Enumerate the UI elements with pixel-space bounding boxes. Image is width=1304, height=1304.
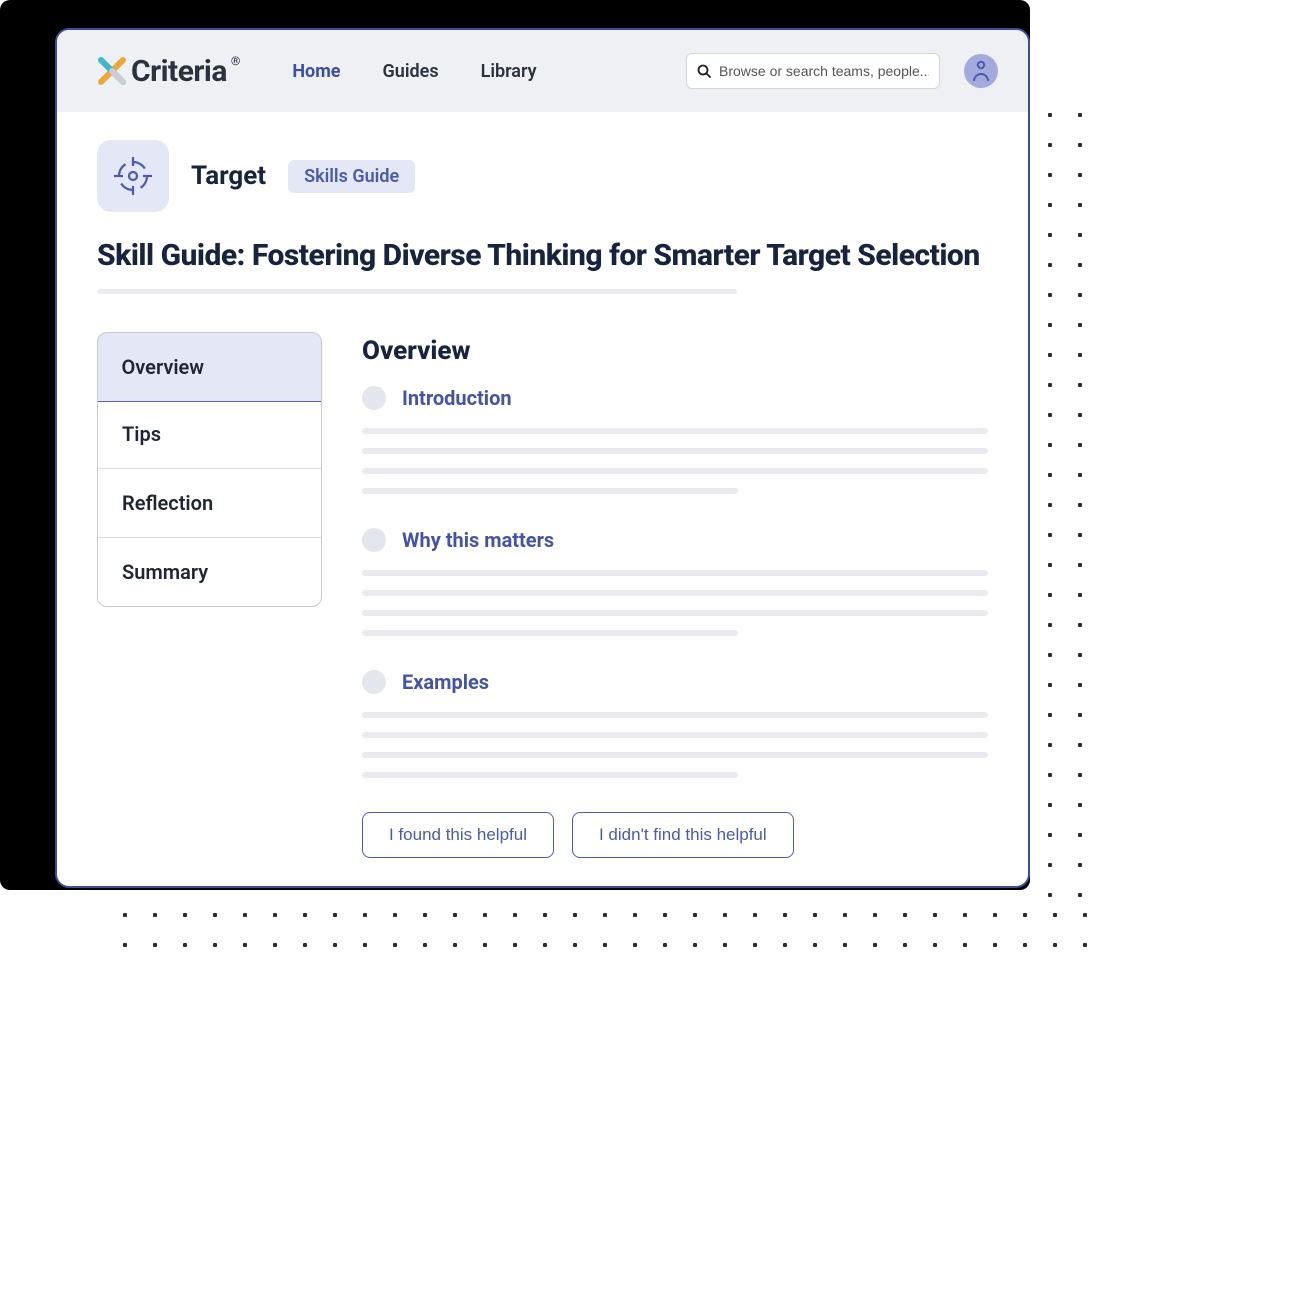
section-heading: Overview	[362, 336, 988, 366]
text-placeholder	[362, 752, 988, 758]
sidebar-item-summary[interactable]: Summary	[98, 538, 321, 606]
decorative-dots-bottom	[110, 900, 1100, 960]
bullet-icon	[362, 670, 386, 694]
primary-nav: Home Guides Library	[292, 61, 536, 82]
topbar: Criteria ® Home Guides Library	[57, 30, 1028, 112]
helpful-button[interactable]: I found this helpful	[362, 812, 554, 858]
brand-name: Criteria	[131, 54, 227, 89]
text-placeholder	[362, 630, 738, 636]
search-input[interactable]	[719, 63, 929, 79]
section-sidebar: Overview Tips Reflection Summary	[97, 332, 322, 607]
text-placeholder	[362, 428, 988, 434]
sidebar-item-overview[interactable]: Overview	[97, 332, 322, 402]
title-underline	[97, 289, 737, 294]
page-header: Target Skills Guide	[97, 140, 988, 212]
subsection-title: Introduction	[402, 386, 512, 410]
nav-guides[interactable]: Guides	[383, 61, 439, 82]
nav-home[interactable]: Home	[292, 61, 340, 82]
logo-icon	[95, 54, 129, 88]
decorative-dots-right	[1035, 100, 1100, 900]
subsection-title: Examples	[402, 670, 489, 694]
module-icon-tile	[97, 140, 169, 212]
target-icon	[111, 154, 155, 198]
text-placeholder	[362, 590, 988, 596]
brand-registered: ®	[231, 54, 240, 68]
profile-avatar[interactable]	[964, 54, 998, 88]
text-placeholder	[362, 732, 988, 738]
search-icon	[697, 64, 711, 78]
not-helpful-button[interactable]: I didn't find this helpful	[572, 812, 794, 858]
text-placeholder	[362, 488, 738, 494]
skills-guide-badge: Skills Guide	[288, 160, 415, 193]
text-placeholder	[362, 610, 988, 616]
user-icon	[971, 60, 991, 82]
nav-library[interactable]: Library	[481, 61, 537, 82]
sidebar-item-reflection[interactable]: Reflection	[98, 469, 321, 538]
text-placeholder	[362, 468, 988, 474]
main-panel: Overview Introduction Why this matters	[362, 332, 988, 858]
subsection-why-this-matters: Why this matters	[362, 528, 988, 636]
subsection-examples: Examples	[362, 670, 988, 778]
app-window: Criteria ® Home Guides Library	[55, 28, 1030, 888]
page-title: Skill Guide: Fostering Diverse Thinking …	[97, 238, 988, 273]
text-placeholder	[362, 772, 738, 778]
module-label: Target	[191, 161, 266, 191]
text-placeholder	[362, 448, 988, 454]
text-placeholder	[362, 712, 988, 718]
brand-logo[interactable]: Criteria ®	[95, 54, 238, 89]
bullet-icon	[362, 386, 386, 410]
content-area: Target Skills Guide Skill Guide: Fosteri…	[57, 112, 1028, 888]
text-placeholder	[362, 570, 988, 576]
bullet-icon	[362, 528, 386, 552]
subsection-introduction: Introduction	[362, 386, 988, 494]
search-box[interactable]	[686, 53, 940, 89]
feedback-row: I found this helpful I didn't find this …	[362, 812, 988, 858]
sidebar-item-tips[interactable]: Tips	[98, 400, 321, 469]
body-layout: Overview Tips Reflection Summary Overvie…	[97, 332, 988, 858]
subsection-title: Why this matters	[402, 528, 554, 552]
